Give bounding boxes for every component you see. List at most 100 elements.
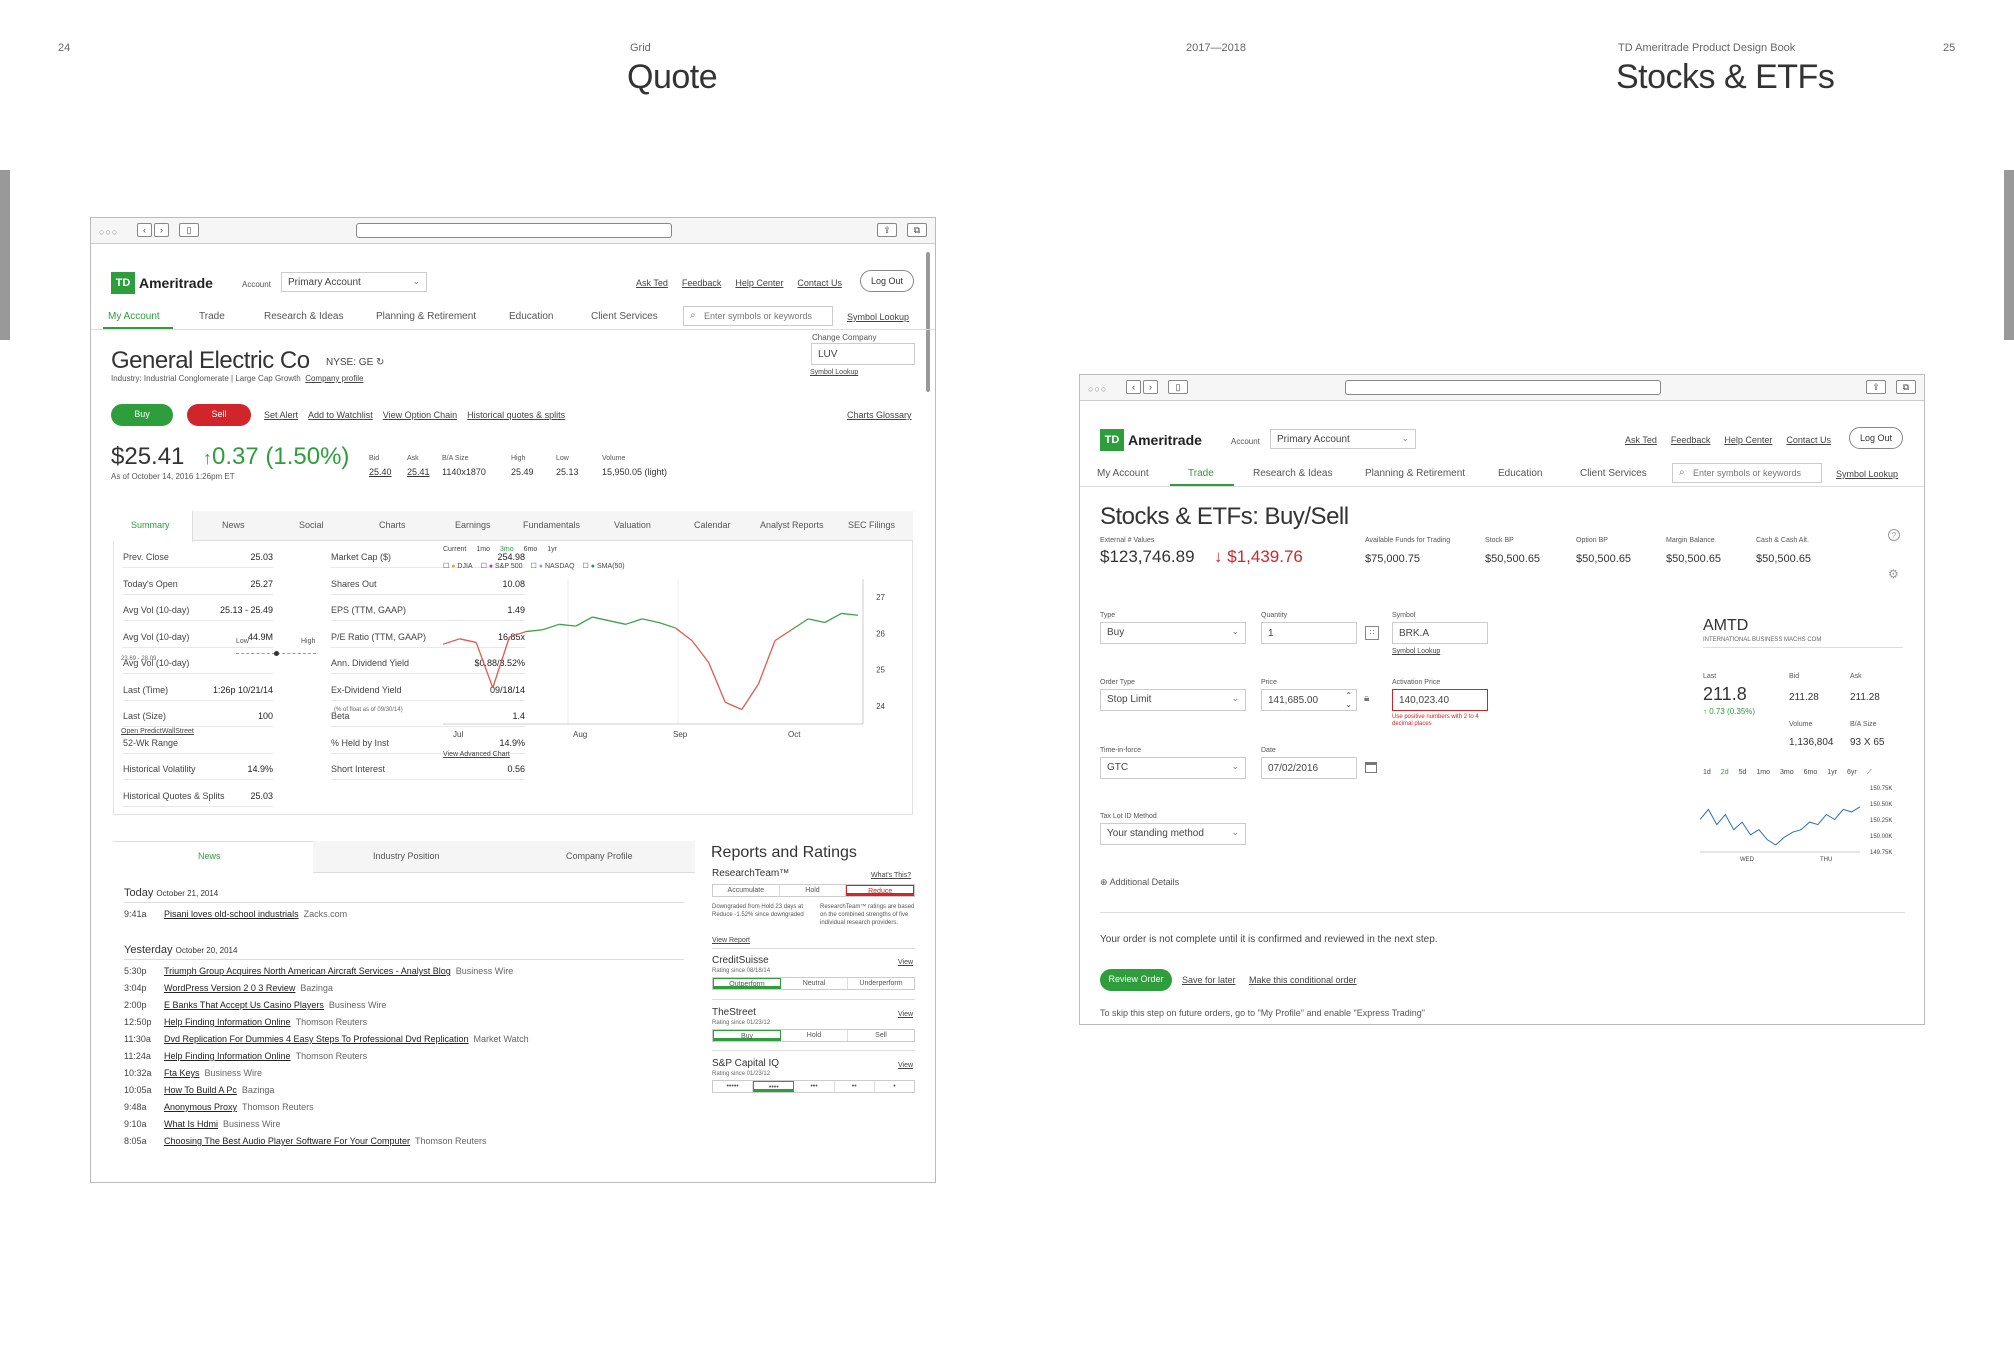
- change-company-input[interactable]: LUV: [811, 343, 915, 365]
- view-report-link[interactable]: View Report: [712, 937, 750, 944]
- top-link-feedback[interactable]: Feedback: [682, 278, 722, 288]
- conditional-order-link[interactable]: Make this conditional order: [1249, 975, 1357, 985]
- range-3mo[interactable]: 3mo: [500, 546, 514, 553]
- news-headline-link[interactable]: Help Finding Information Online: [164, 1051, 291, 1061]
- tabs-icon[interactable]: ⧉: [907, 223, 927, 237]
- chart-type-icon[interactable]: ⟋: [1867, 769, 1872, 777]
- price-input[interactable]: 141,685.00 ⌃ ⌄: [1261, 689, 1357, 711]
- news-tab-industry[interactable]: Industry Position: [373, 851, 440, 861]
- quantity-input[interactable]: 1: [1261, 622, 1357, 644]
- scrollbar[interactable]: [926, 252, 930, 392]
- save-for-later-link[interactable]: Save for later: [1182, 975, 1236, 985]
- range-6mo[interactable]: 6mo: [524, 546, 538, 553]
- news-tab-news[interactable]: News: [198, 851, 221, 861]
- range-1mo[interactable]: 1mo: [476, 546, 490, 553]
- nav-planning[interactable]: Planning & Retirement: [376, 311, 476, 322]
- tab-charts[interactable]: Charts: [379, 520, 406, 530]
- refresh-icon[interactable]: ↻: [376, 357, 384, 368]
- tab-news[interactable]: News: [222, 520, 245, 530]
- calculator-icon[interactable]: ∷: [1365, 626, 1379, 640]
- nav-trade[interactable]: Trade: [1188, 468, 1214, 479]
- range-2d[interactable]: 2d: [1721, 769, 1729, 777]
- sell-button[interactable]: Sell: [187, 404, 251, 426]
- change-symbol-lookup-link[interactable]: Symbol Lookup: [810, 369, 858, 376]
- nav-research[interactable]: Research & Ideas: [264, 311, 344, 322]
- whats-this-link[interactable]: What's This?: [871, 872, 911, 879]
- search-input[interactable]: ⌕ Enter symbols or keywords: [1672, 463, 1822, 483]
- sidebar-toggle-icon[interactable]: ▯: [179, 223, 199, 237]
- nav-research[interactable]: Research & Ideas: [1253, 468, 1333, 479]
- back-icon[interactable]: ‹: [1126, 380, 1141, 394]
- top-link-ask-ted[interactable]: Ask Ted: [1625, 435, 1657, 445]
- share-icon[interactable]: ⇪: [1866, 380, 1886, 394]
- range-5d[interactable]: 5d: [1739, 769, 1747, 777]
- range-1yr[interactable]: 1yr: [1827, 769, 1837, 777]
- td-logo[interactable]: TD Ameritrade: [1100, 429, 1202, 451]
- order-type-select[interactable]: Stop Limit ⌄: [1100, 689, 1246, 711]
- back-icon[interactable]: ‹: [137, 223, 152, 237]
- range-1d[interactable]: 1d: [1703, 769, 1711, 777]
- view-advanced-chart-link[interactable]: View Advanced Chart: [443, 751, 510, 758]
- nav-client-services[interactable]: Client Services: [591, 311, 658, 322]
- historical-quotes-link[interactable]: Historical quotes & splits: [467, 410, 565, 420]
- tabs-icon[interactable]: ⧉: [1896, 380, 1916, 394]
- range-6mo[interactable]: 6mo: [1804, 769, 1818, 777]
- quote-price-chart[interactable]: 24 25 26 27 Jul Aug Sep Oct: [443, 574, 908, 749]
- date-input[interactable]: 07/02/2016: [1261, 757, 1357, 779]
- tif-select[interactable]: GTC ⌄: [1100, 757, 1246, 779]
- td-logo[interactable]: TD Ameritrade: [111, 272, 213, 294]
- news-headline-link[interactable]: WordPress Version 2 0 3 Review: [164, 983, 295, 993]
- compare-sp500-checkbox[interactable]: ☐ ● S&P 500: [481, 562, 523, 570]
- address-bar[interactable]: [356, 223, 672, 238]
- top-link-ask-ted[interactable]: Ask Ted: [636, 278, 668, 288]
- add-watchlist-link[interactable]: Add to Watchlist: [308, 410, 373, 420]
- symbol-lookup-link[interactable]: Symbol Lookup: [1836, 469, 1898, 479]
- tab-summary[interactable]: Summary: [131, 520, 170, 530]
- range-3mo[interactable]: 3mo: [1780, 769, 1794, 777]
- account-select[interactable]: Primary Account ⌄: [1270, 429, 1416, 449]
- range-current[interactable]: Current: [443, 546, 466, 553]
- nav-my-account[interactable]: My Account: [1097, 468, 1149, 479]
- symbol-input[interactable]: BRK.A: [1392, 622, 1488, 644]
- news-headline-link[interactable]: How To Build A Pc: [164, 1085, 237, 1095]
- window-controls-icon[interactable]: ○○○: [99, 227, 118, 237]
- nav-planning[interactable]: Planning & Retirement: [1365, 468, 1465, 479]
- tab-calendar[interactable]: Calendar: [694, 520, 731, 530]
- range-6yr[interactable]: 6yr: [1847, 769, 1857, 777]
- news-headline-link[interactable]: Choosing The Best Audio Player Software …: [164, 1136, 410, 1146]
- range-1yr[interactable]: 1yr: [547, 546, 557, 553]
- news-tab-company-profile[interactable]: Company Profile: [566, 851, 633, 861]
- review-order-button[interactable]: Review Order: [1100, 969, 1172, 991]
- settings-icon[interactable]: ⚙: [1888, 567, 1899, 581]
- stepper-icon[interactable]: ⌃ ⌄: [1345, 691, 1352, 709]
- search-input[interactable]: ⌕ Enter symbols or keywords: [683, 306, 833, 326]
- lock-icon[interactable]: 🔒︎: [1364, 693, 1369, 704]
- top-link-contact-us[interactable]: Contact Us: [1786, 435, 1831, 445]
- news-headline-link[interactable]: What Is Hdmi: [164, 1119, 218, 1129]
- news-headline-link[interactable]: Pisani loves old-school industrials: [164, 909, 299, 919]
- compare-nasdaq-checkbox[interactable]: ☐ ● NASDAQ: [531, 562, 575, 570]
- top-link-help-center[interactable]: Help Center: [1724, 435, 1772, 445]
- tab-earnings[interactable]: Earnings: [455, 520, 491, 530]
- range-1mo[interactable]: 1mo: [1756, 769, 1770, 777]
- news-headline-link[interactable]: Dvd Replication For Dummies 4 Easy Steps…: [164, 1034, 468, 1044]
- nav-client-services[interactable]: Client Services: [1580, 468, 1647, 479]
- share-icon[interactable]: ⇪: [877, 223, 897, 237]
- company-profile-link[interactable]: Company profile: [305, 374, 363, 383]
- taxlot-select[interactable]: Your standing method ⌄: [1100, 823, 1246, 845]
- nav-trade[interactable]: Trade: [199, 311, 225, 322]
- symbol-lookup-link[interactable]: Symbol Lookup: [847, 312, 909, 322]
- charts-glossary-link[interactable]: Charts Glossary: [847, 410, 912, 420]
- account-select[interactable]: Primary Account ⌄: [281, 272, 427, 292]
- option-chain-link[interactable]: View Option Chain: [383, 410, 457, 420]
- nav-education[interactable]: Education: [509, 311, 553, 322]
- provider-view-link[interactable]: View: [898, 1011, 913, 1018]
- calendar-icon[interactable]: [1365, 762, 1377, 773]
- news-headline-link[interactable]: Fta Keys: [164, 1068, 200, 1078]
- type-select[interactable]: Buy ⌄: [1100, 622, 1246, 644]
- news-headline-link[interactable]: Help Finding Information Online: [164, 1017, 291, 1027]
- news-headline-link[interactable]: Anonymous Proxy: [164, 1102, 237, 1112]
- provider-view-link[interactable]: View: [898, 1062, 913, 1069]
- symbol-lookup-form-link[interactable]: Symbol Lookup: [1392, 648, 1440, 655]
- additional-details-toggle[interactable]: ⊕ Additional Details: [1100, 877, 1179, 888]
